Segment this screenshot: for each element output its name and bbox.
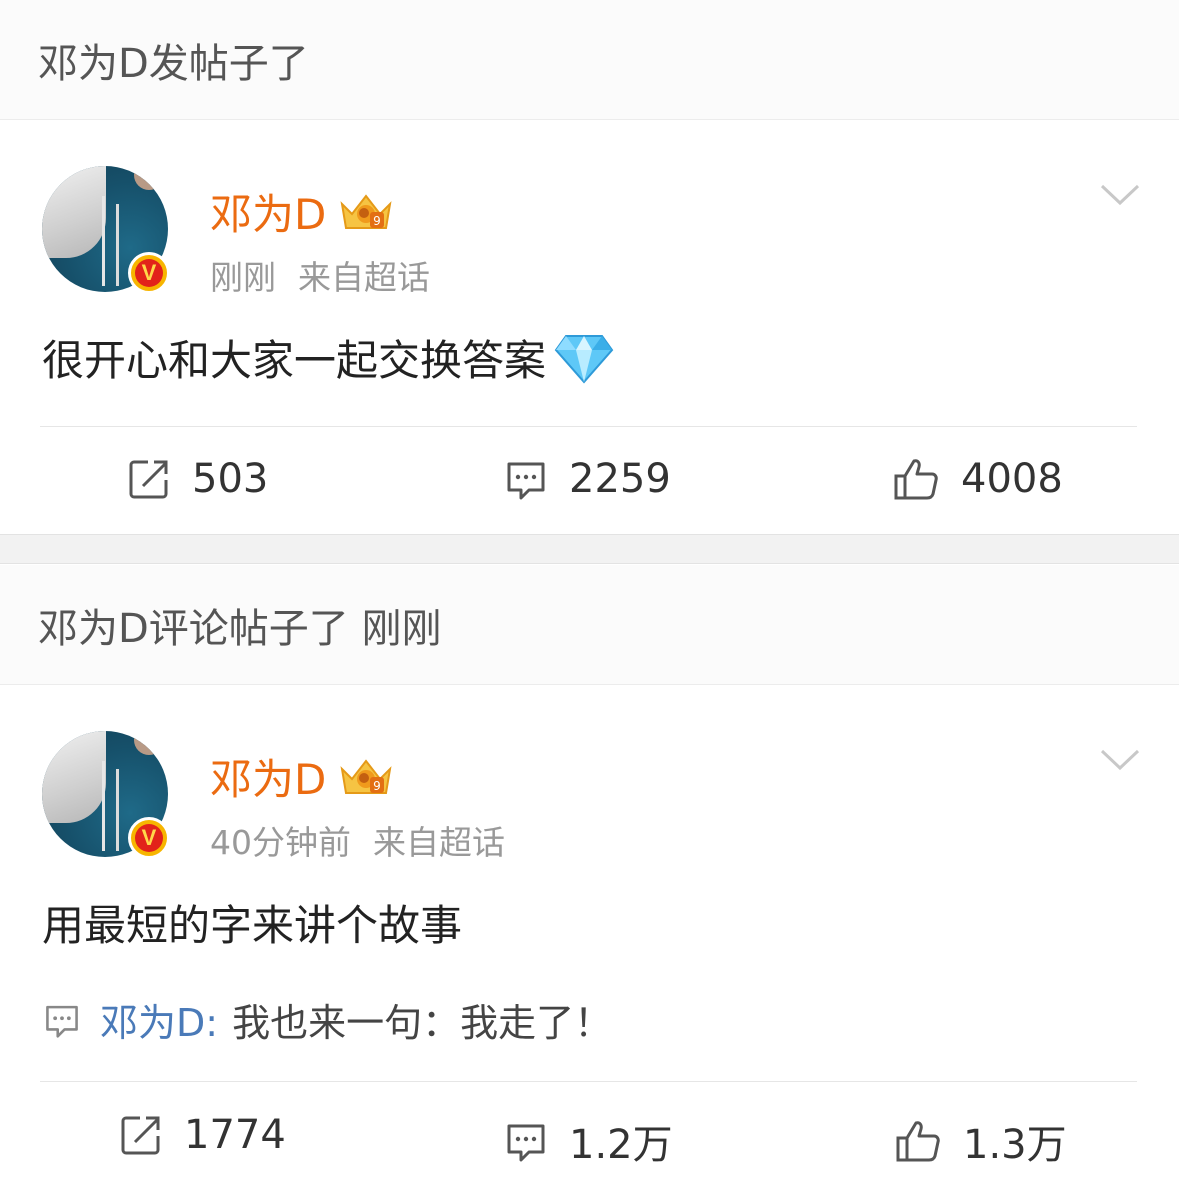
post1-card[interactable]: V 邓为D 9 刚刚 来自超话 很开心和大家一起交换答案 503 2259 40…	[0, 121, 1179, 534]
thumbs-up-icon	[894, 459, 938, 500]
thumbs-up-icon	[896, 1121, 940, 1162]
diamond-emoji	[554, 334, 614, 384]
post1-username-text[interactable]: 邓为D	[210, 181, 326, 242]
post1-content[interactable]: 很开心和大家一起交换答案	[42, 327, 614, 388]
post2-activity-header: 邓为D评论帖子了 刚刚	[0, 565, 1179, 685]
verified-v-icon: V	[128, 252, 170, 294]
post2-activity-text: 邓为D评论帖子了 刚刚	[38, 605, 442, 652]
chevron-down-icon[interactable]	[1100, 183, 1140, 207]
post2-divider	[40, 1081, 1137, 1082]
comment-icon	[507, 462, 545, 500]
post2-comment-count: 1.2万	[569, 1122, 673, 1168]
post2-username-text[interactable]: 邓为D	[210, 746, 326, 807]
post2-comment-button[interactable]: 1.2万	[505, 1112, 673, 1170]
post2-repost-count: 1774	[184, 1112, 286, 1158]
post1-repost-button[interactable]: 503	[128, 456, 268, 502]
post1-divider	[40, 426, 1137, 427]
post2-time: 40分钟前	[210, 823, 351, 862]
post1-repost-count: 503	[192, 456, 269, 502]
crown-level-9-icon: 9	[340, 758, 392, 794]
comment-icon	[46, 1005, 78, 1038]
chevron-down-icon[interactable]	[1100, 748, 1140, 772]
post1-activity-text: 邓为D发帖子了	[38, 40, 309, 87]
post2-source[interactable]: 来自超话	[373, 823, 505, 862]
post2-repost-button[interactable]: 1774	[120, 1112, 286, 1158]
post1-like-count: 4008	[961, 456, 1063, 502]
post1-time: 刚刚	[210, 258, 276, 297]
post1-source[interactable]: 来自超话	[298, 258, 430, 297]
post2-comment-author[interactable]: 邓为D:	[100, 992, 218, 1047]
post1-comment-count: 2259	[569, 456, 671, 502]
feed-separator	[0, 534, 1179, 564]
post2-like-count: 1.3万	[963, 1122, 1067, 1168]
share-icon	[121, 1116, 160, 1155]
crown-level-9-icon: 9	[340, 193, 392, 229]
post1-activity-header: 邓为D发帖子了	[0, 0, 1179, 120]
post2-comment-line[interactable]: 邓为D: 我也来一句：我走了！	[44, 992, 612, 1047]
post2-meta: 40分钟前 来自超话	[210, 816, 505, 864]
post2-content[interactable]: 用最短的字来讲个故事	[42, 892, 462, 953]
post2-content-text[interactable]: 用最短的字来讲个故事	[42, 892, 462, 953]
post1-content-text[interactable]: 很开心和大家一起交换答案	[42, 327, 546, 388]
share-icon	[129, 460, 168, 499]
post2-like-button[interactable]: 1.3万	[895, 1112, 1067, 1170]
verified-v-icon: V	[128, 817, 170, 859]
svg-text:9: 9	[374, 214, 382, 228]
post1-like-button[interactable]: 4008	[893, 456, 1063, 502]
post1-meta: 刚刚 来自超话	[210, 251, 430, 299]
svg-text:9: 9	[374, 779, 382, 793]
post2-card[interactable]: V 邓为D 9 40分钟前 来自超话 用最短的字来讲个故事 邓为D: 我也来一句：…	[0, 686, 1179, 1191]
comment-icon	[507, 1124, 545, 1162]
post1-comment-button[interactable]: 2259	[505, 456, 671, 502]
post2-username[interactable]: 邓为D 9	[210, 746, 394, 807]
post2-comment-text: 我也来一句：我走了！	[232, 1001, 613, 1045]
post1-username[interactable]: 邓为D 9	[210, 181, 394, 242]
